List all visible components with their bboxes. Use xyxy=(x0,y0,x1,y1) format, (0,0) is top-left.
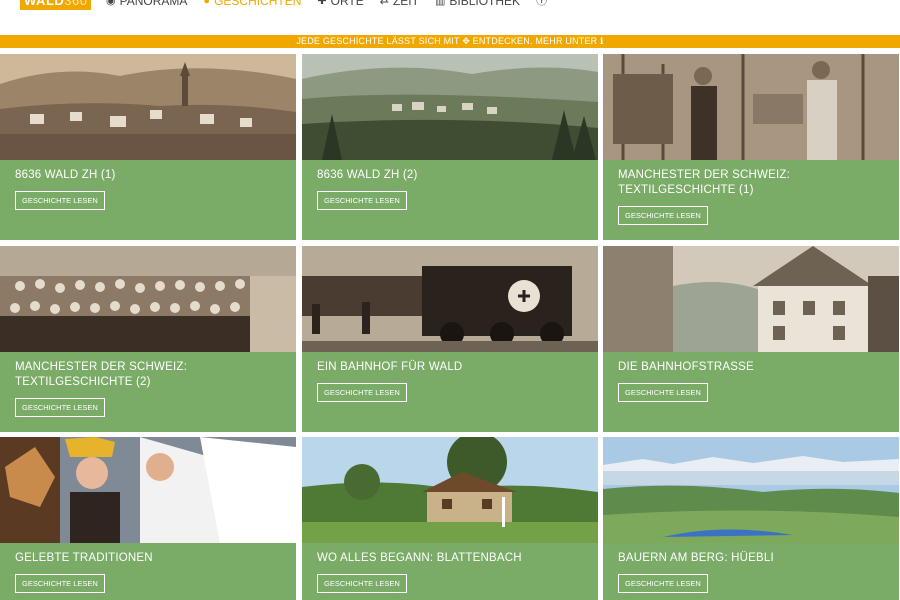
story-title[interactable]: Manchester der Schweiz: Textilgeschichte… xyxy=(618,168,888,198)
nav-panorama-label: Panorama xyxy=(119,0,188,8)
nav-info[interactable]: ⓘ xyxy=(536,0,547,8)
story-image[interactable] xyxy=(0,437,296,543)
story-title[interactable]: Wo alles begann: Blattenbach xyxy=(317,551,587,566)
story-image[interactable] xyxy=(302,437,598,543)
story-image[interactable] xyxy=(603,246,899,352)
eye-icon: ◉ xyxy=(106,0,116,7)
read-story-button[interactable]: Geschichte lesen xyxy=(15,574,105,593)
story-card[interactable]: 8636 Wald ZH (1) Geschichte lesen xyxy=(0,54,296,240)
story-image[interactable] xyxy=(0,246,296,352)
story-image[interactable] xyxy=(302,54,598,160)
story-image[interactable] xyxy=(302,246,598,352)
story-title[interactable]: Gelebte Traditionen xyxy=(15,551,285,566)
nav-orte-label: Orte xyxy=(330,0,364,8)
logo-text: WALD xyxy=(24,0,65,8)
story-title[interactable]: Bauern am Berg: Hüebli xyxy=(618,551,888,566)
read-story-button[interactable]: Geschichte lesen xyxy=(15,191,105,210)
story-card[interactable]: Manchester der Schweiz: Textilgeschichte… xyxy=(603,54,899,240)
story-card[interactable]: 8636 Wald ZH (2) Geschichte lesen xyxy=(302,54,598,240)
logo[interactable]: WALD360 xyxy=(20,0,92,10)
story-card[interactable]: Gelebte Traditionen Geschichte lesen xyxy=(0,437,296,600)
story-title[interactable]: 8636 Wald ZH (2) xyxy=(317,168,587,183)
read-story-button[interactable]: Geschichte lesen xyxy=(317,191,407,210)
story-card[interactable]: Bauern am Berg: Hüebli Geschichte lesen xyxy=(603,437,899,600)
read-story-button[interactable]: Geschichte lesen xyxy=(618,206,708,225)
story-card[interactable]: Wo alles begann: Blattenbach Geschichte … xyxy=(302,437,598,600)
story-image[interactable] xyxy=(603,437,899,543)
top-navigation: WALD360 ◉ Panorama ● Geschichten ✚ Orte … xyxy=(0,0,900,34)
story-image[interactable] xyxy=(603,54,899,160)
nav-panorama[interactable]: ◉ Panorama xyxy=(106,0,187,8)
read-story-button[interactable]: Geschichte lesen xyxy=(317,574,407,593)
story-title[interactable]: Die Bahnhofstrasse xyxy=(618,360,888,375)
nav-zeit[interactable]: ⇄ Zeit xyxy=(380,0,419,8)
read-story-button[interactable]: Geschichte lesen xyxy=(618,574,708,593)
story-title[interactable]: Manchester der Schweiz: Textilgeschichte… xyxy=(15,360,285,390)
read-story-button[interactable]: Geschichte lesen xyxy=(618,383,708,402)
cross-move-icon: ✚ xyxy=(317,0,327,7)
nav-geschichten-label: Geschichten xyxy=(214,0,302,8)
story-card[interactable]: Ein Bahnhof für Wald Geschichte lesen xyxy=(302,246,598,432)
info-icon: ⓘ xyxy=(536,0,548,7)
story-card[interactable]: Manchester der Schweiz: Textilgeschichte… xyxy=(0,246,296,432)
story-title[interactable]: Ein Bahnhof für Wald xyxy=(317,360,587,375)
info-banner: JEDE GESCHICHTE LÄSST SICH MIT ✥ ENTDECK… xyxy=(0,35,900,48)
nav-orte[interactable]: ✚ Orte xyxy=(317,0,363,8)
story-title[interactable]: 8636 Wald ZH (1) xyxy=(15,168,285,183)
story-card[interactable]: Die Bahnhofstrasse Geschichte lesen xyxy=(603,246,899,432)
nav-bibliothek-label: Bibliothek xyxy=(449,0,521,8)
nav-bibliothek[interactable]: ▥ Bibliothek xyxy=(435,0,520,8)
main-nav: ◉ Panorama ● Geschichten ✚ Orte ⇄ Zeit ▥… xyxy=(106,0,547,8)
read-story-button[interactable]: Geschichte lesen xyxy=(15,398,105,417)
logo-number: 360 xyxy=(64,0,88,8)
read-story-button[interactable]: Geschichte lesen xyxy=(317,383,407,402)
speech-bubble-icon: ● xyxy=(203,0,211,7)
nav-zeit-label: Zeit xyxy=(392,0,419,8)
library-icon: ▥ xyxy=(434,0,446,7)
story-image[interactable] xyxy=(0,54,296,160)
nav-geschichten[interactable]: ● Geschichten xyxy=(203,0,301,8)
arrows-horizontal-icon: ⇄ xyxy=(379,0,389,7)
